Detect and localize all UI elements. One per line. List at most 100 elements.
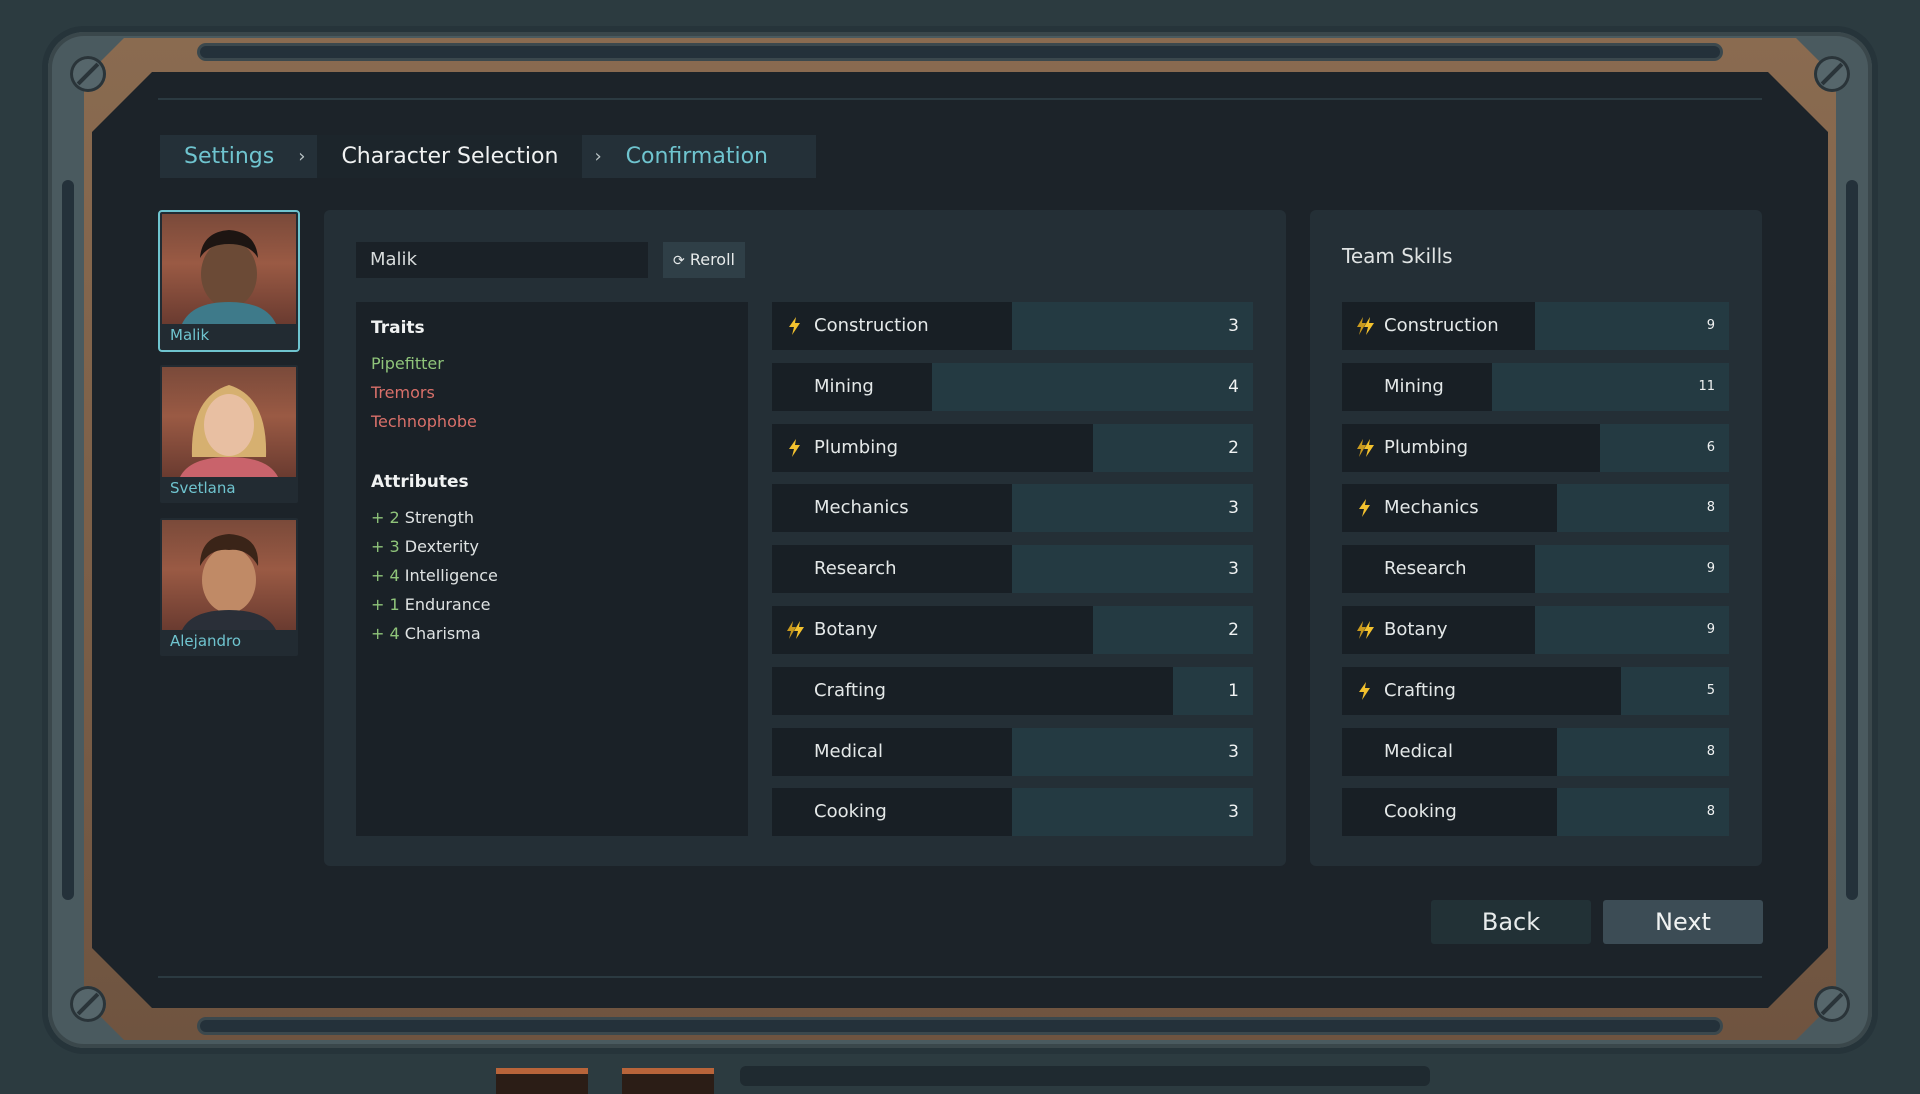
skill-label: Plumbing <box>814 436 899 458</box>
trait-item: Pipefitter <box>371 354 444 373</box>
attribute-item: + 2 Strength <box>371 508 474 527</box>
skill-label: Mining <box>1384 375 1444 397</box>
skill-label: Construction <box>814 315 929 336</box>
top-rail <box>200 46 1720 58</box>
skill-bar-fill <box>1557 788 1729 837</box>
skill-value: 4 <box>1228 376 1239 397</box>
reroll-label: Reroll <box>689 250 735 269</box>
skill-bar-fill <box>1492 362 1729 411</box>
skill-row-research: Research 9 <box>1342 545 1729 594</box>
character-name: Svetlana <box>170 479 236 497</box>
skill-row-mechanics: Mechanics 3 <box>772 484 1253 533</box>
skill-row-botany: Botany 2 <box>772 606 1253 654</box>
character-name-input[interactable]: Malik <box>356 242 648 278</box>
skill-value: 5 <box>1706 682 1715 698</box>
attribute-item: + 4 Intelligence <box>371 566 498 585</box>
skill-value: 8 <box>1706 743 1715 759</box>
skill-value: 3 <box>1228 316 1239 336</box>
skill-label: Research <box>1384 558 1467 580</box>
skill-row-cooking: Cooking 3 <box>772 788 1253 837</box>
skill-value: 8 <box>1706 804 1715 820</box>
character-name: Malik <box>170 326 210 344</box>
bottom-rail <box>200 1020 1720 1032</box>
character-card-svetlana[interactable]: Svetlana <box>160 365 298 503</box>
attribute-item: + 3 Dexterity <box>371 537 480 556</box>
breadcrumb-settings[interactable]: Settings <box>160 135 298 178</box>
skill-label: Research <box>814 558 897 580</box>
skill-row-plumbing: Plumbing 2 <box>772 423 1253 472</box>
skill-row-crafting: Crafting 5 <box>1342 666 1729 715</box>
skill-label: Crafting <box>1384 679 1456 701</box>
character-name: Alejandro <box>170 632 242 650</box>
character-card-malik[interactable]: Malik <box>158 210 300 352</box>
traits-title: Traits <box>371 318 425 338</box>
skill-label: Plumbing <box>1384 436 1469 458</box>
skill-bar-fill <box>1535 545 1729 594</box>
skill-bar-fill <box>1557 484 1729 533</box>
team-skill-list: Construction 9 Mining 11 Plumbing 6 Mechanics 8… <box>1342 302 1729 837</box>
skill-list: Construction 3 Mining 4 Plumbing 2 Mechanics 3 R… <box>772 302 1253 837</box>
skill-row-botany: Botany 9 <box>1342 606 1729 654</box>
hardware-block <box>622 1068 714 1094</box>
portrait-image <box>162 214 296 324</box>
reroll-button[interactable]: ⟳ Reroll <box>663 242 745 278</box>
skill-bar-fill <box>1557 727 1729 776</box>
left-slot <box>62 180 74 900</box>
breadcrumb-character-selection: Character Selection <box>317 135 583 178</box>
skill-value: 6 <box>1706 439 1715 455</box>
skill-bar-fill <box>1012 545 1253 594</box>
screw-icon <box>70 986 106 1022</box>
skill-value: 2 <box>1228 437 1239 458</box>
right-slot <box>1846 180 1858 900</box>
team-skills-title: Team Skills <box>1342 244 1453 268</box>
next-button[interactable]: Next <box>1603 900 1763 944</box>
back-button[interactable]: Back <box>1431 900 1591 944</box>
skill-value: 1 <box>1228 680 1239 701</box>
breadcrumb-confirmation[interactable]: Confirmation <box>602 135 792 178</box>
screw-icon <box>1814 56 1850 92</box>
skill-row-mining: Mining 4 <box>772 362 1253 411</box>
skill-bar-fill <box>932 362 1253 411</box>
skill-bar-fill <box>1012 484 1253 533</box>
skill-value: 2 <box>1228 620 1239 640</box>
skill-label: Crafting <box>814 679 886 701</box>
hardware-block <box>496 1068 588 1094</box>
skill-label: Medical <box>1384 740 1453 762</box>
portrait-image <box>162 367 296 477</box>
screw-icon <box>1814 986 1850 1022</box>
skill-label: Botany <box>814 619 878 640</box>
screw-icon <box>70 56 106 92</box>
skill-row-crafting: Crafting 1 <box>772 666 1253 715</box>
skill-bar-fill <box>1173 666 1253 715</box>
refresh-icon: ⟳ <box>673 253 685 269</box>
skill-row-research: Research 3 <box>772 545 1253 594</box>
skill-value: 3 <box>1228 559 1239 580</box>
skill-label: Botany <box>1384 619 1448 640</box>
chevron-right-icon: › <box>298 146 306 167</box>
skill-value: 3 <box>1228 741 1239 762</box>
skill-row-plumbing: Plumbing 6 <box>1342 423 1729 472</box>
trait-item: Technophobe <box>371 412 477 431</box>
skill-value: 9 <box>1706 622 1715 637</box>
skill-label: Cooking <box>814 801 887 823</box>
attribute-item: + 4 Charisma <box>371 624 481 643</box>
skill-label: Mining <box>814 375 874 397</box>
skill-value: 3 <box>1228 802 1239 823</box>
skill-label: Construction <box>1384 315 1499 336</box>
skill-value: 3 <box>1228 498 1239 519</box>
skill-bar-fill <box>1012 302 1253 350</box>
skill-row-medical: Medical 3 <box>772 727 1253 776</box>
hardware-rail <box>740 1066 1430 1086</box>
breadcrumb: Settings › Character Selection › Confirm… <box>160 135 816 178</box>
skill-bar-fill <box>1535 302 1729 350</box>
skill-bar-fill <box>1012 788 1253 837</box>
skill-value: 11 <box>1698 378 1715 394</box>
skill-row-construction: Construction 3 <box>772 302 1253 350</box>
attribute-item: + 1 Endurance <box>371 595 491 614</box>
traits-attributes-box: Traits Pipefitter Tremors Technophobe At… <box>356 302 748 836</box>
character-card-alejandro[interactable]: Alejandro <box>160 518 298 656</box>
skill-bar-fill <box>1012 727 1253 776</box>
skill-row-mining: Mining 11 <box>1342 362 1729 411</box>
attributes-title: Attributes <box>371 472 469 492</box>
skill-value: 9 <box>1706 561 1715 577</box>
